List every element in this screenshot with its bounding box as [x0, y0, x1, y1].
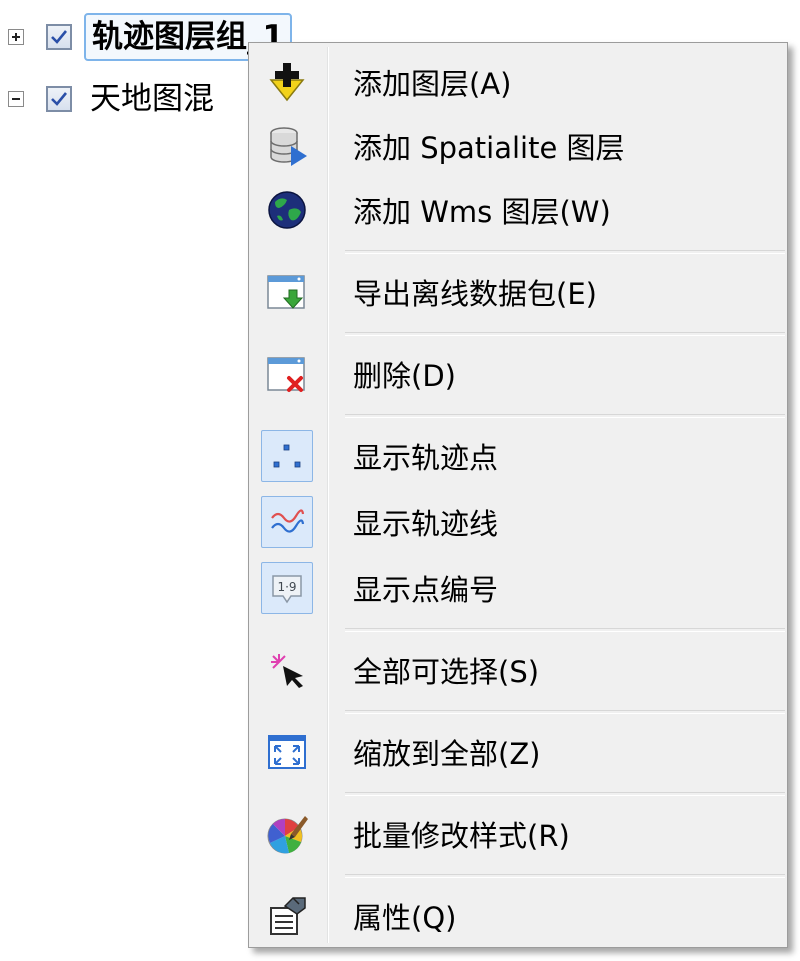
- menu-item-delete[interactable]: 删除(D): [249, 341, 787, 407]
- menu-item-label: 属性(Q): [353, 901, 457, 935]
- globe-icon: [261, 184, 313, 236]
- tree-node-tianditu[interactable]: 天地图混: [8, 74, 220, 124]
- point-number-text: 1·9: [277, 580, 296, 594]
- tree-node-label[interactable]: 天地图混: [84, 77, 220, 121]
- menu-separator: [345, 710, 785, 714]
- menu-item-label: 显示轨迹线: [353, 507, 499, 541]
- menu-item-label: 批量修改样式(R): [353, 819, 570, 853]
- zoom-extent-icon: [261, 726, 313, 778]
- menu-item-add-layer[interactable]: 添加图层(A): [249, 49, 787, 115]
- menu-item-show-point-numbers[interactable]: 1·9 显示点编号: [249, 555, 787, 621]
- track-points-icon: [261, 430, 313, 482]
- menu-item-add-wms-layer[interactable]: 添加 Wms 图层(W): [249, 177, 787, 243]
- menu-separator: [345, 250, 785, 254]
- collapse-minus-icon[interactable]: [8, 91, 24, 107]
- export-package-icon: [261, 266, 313, 318]
- menu-item-label: 添加图层(A): [353, 67, 512, 101]
- menu-item-label: 显示轨迹点: [353, 441, 499, 475]
- properties-icon: [261, 890, 313, 942]
- menu-separator: [345, 332, 785, 336]
- menu-item-show-track-line[interactable]: 显示轨迹线: [249, 489, 787, 555]
- add-layer-icon: [261, 56, 313, 108]
- style-palette-icon: [261, 808, 313, 860]
- checkmark-icon: [51, 92, 68, 106]
- menu-item-label: 添加 Spatialite 图层: [353, 131, 625, 165]
- layer-visibility-checkbox[interactable]: [46, 24, 72, 50]
- database-layer-icon: [261, 120, 313, 172]
- expand-plus-icon[interactable]: [8, 29, 24, 45]
- menu-item-show-track-points[interactable]: 显示轨迹点: [249, 423, 787, 489]
- menu-separator: [345, 628, 785, 632]
- menu-item-select-all[interactable]: 全部可选择(S): [249, 637, 787, 703]
- menu-item-properties[interactable]: 属性(Q): [249, 883, 787, 949]
- menu-item-zoom-to-all[interactable]: 缩放到全部(Z): [249, 719, 787, 785]
- select-all-cursor-icon: [261, 644, 313, 696]
- menu-separator: [345, 874, 785, 878]
- menu-item-add-spatialite-layer[interactable]: 添加 Spatialite 图层: [249, 113, 787, 179]
- menu-item-label: 显示点编号: [353, 573, 499, 607]
- menu-item-label: 导出离线数据包(E): [353, 277, 597, 311]
- checkmark-icon: [51, 30, 68, 44]
- menu-separator: [345, 414, 785, 418]
- context-menu: 添加图层(A) 添加 Spatialite 图层 添加 Wms 图层(W) 导出…: [248, 42, 788, 948]
- point-number-icon: 1·9: [261, 562, 313, 614]
- menu-item-label: 缩放到全部(Z): [353, 737, 541, 771]
- menu-separator: [345, 792, 785, 796]
- menu-item-label: 删除(D): [353, 359, 456, 393]
- track-line-icon: [261, 496, 313, 548]
- delete-window-icon: [261, 348, 313, 400]
- menu-item-batch-modify-style[interactable]: 批量修改样式(R): [249, 801, 787, 867]
- menu-item-label: 添加 Wms 图层(W): [353, 195, 611, 229]
- menu-item-label: 全部可选择(S): [353, 655, 540, 689]
- layer-visibility-checkbox[interactable]: [46, 86, 72, 112]
- menu-item-export-offline-package[interactable]: 导出离线数据包(E): [249, 259, 787, 325]
